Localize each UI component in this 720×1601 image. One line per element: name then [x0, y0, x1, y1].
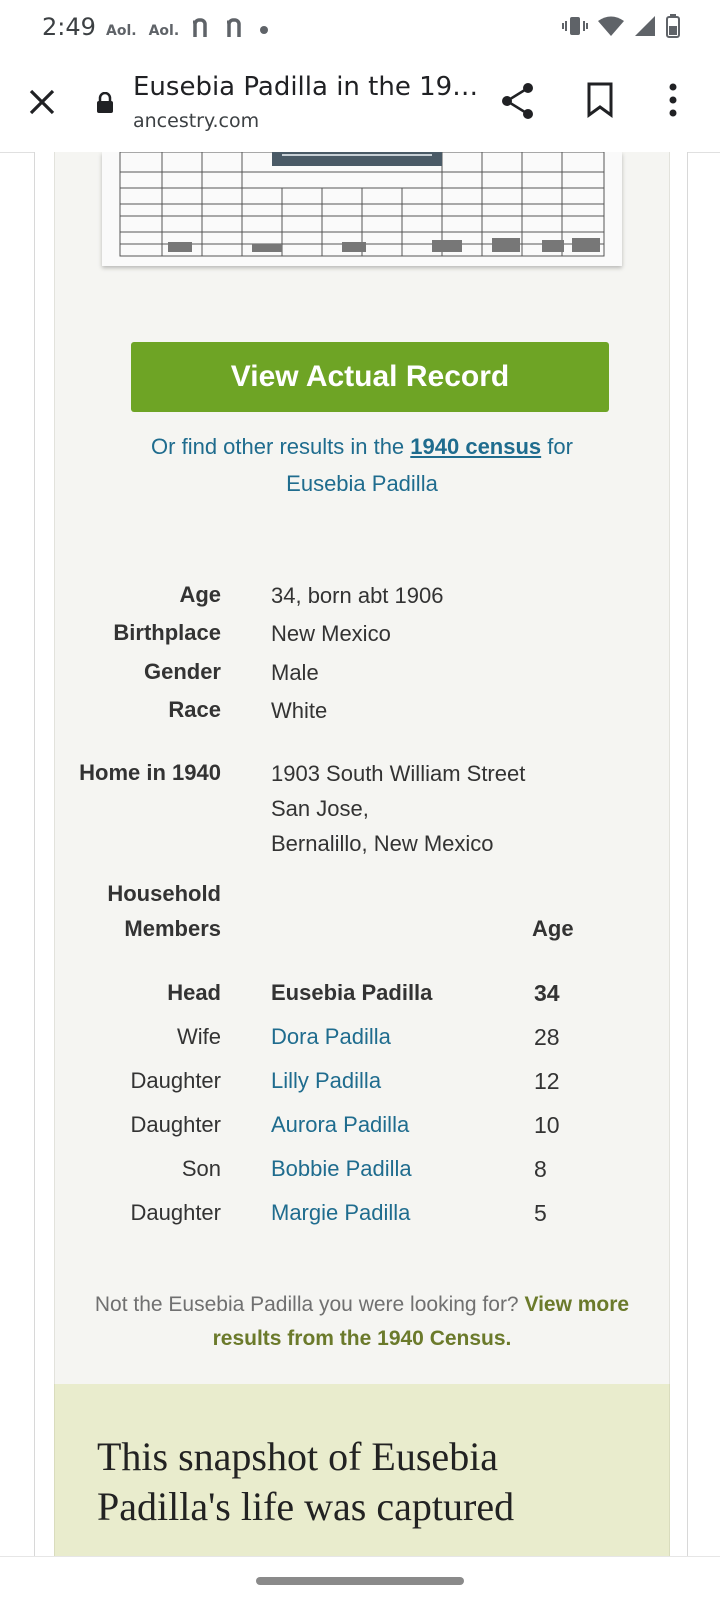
- fact-label: Birthplace: [113, 620, 221, 645]
- page-title[interactable]: Eusebia Padilla in the 19…: [133, 72, 478, 102]
- household-member-row: Wife Dora Padilla 28: [55, 1024, 669, 1064]
- lock-icon[interactable]: [96, 91, 114, 118]
- wifi-icon: [598, 15, 624, 41]
- household-label-line2: Members: [124, 916, 221, 941]
- share-button[interactable]: [500, 82, 536, 124]
- home-line-2: San Jose,: [271, 796, 369, 821]
- view-more-results-link[interactable]: View more: [524, 1293, 629, 1316]
- status-time: 2:49: [42, 13, 96, 41]
- age-column-header: Age: [532, 916, 574, 941]
- member-name-link[interactable]: Aurora Padilla: [271, 1112, 409, 1138]
- page-url[interactable]: ancestry.com: [133, 110, 259, 132]
- record-card: View Actual Record Or find other results…: [54, 152, 670, 1410]
- bookmark-button[interactable]: [586, 82, 614, 122]
- snapshot-heading: This snapshot of Eusebia Padilla's life …: [97, 1434, 515, 1529]
- household-member-row: Daughter Lilly Padilla 12: [55, 1068, 669, 1108]
- member-relation: Daughter: [130, 1200, 221, 1225]
- home-line-1: 1903 South William Street: [271, 761, 526, 786]
- bookmark-icon: [587, 82, 613, 118]
- member-age: 12: [534, 1068, 560, 1094]
- aol-notification-icon: Aol.: [106, 23, 137, 39]
- fact-gender: Gender Male: [55, 659, 669, 697]
- member-relation: Head: [167, 980, 221, 1005]
- view-actual-record-button[interactable]: View Actual Record: [131, 342, 609, 412]
- aol-notification-icon: Aol.: [148, 23, 180, 39]
- system-icons: [562, 14, 680, 42]
- more-vert-icon: [669, 83, 677, 117]
- find-name-link[interactable]: Eusebia Padilla: [286, 471, 438, 496]
- snapshot-section: This snapshot of Eusebia Padilla's life …: [54, 1384, 670, 1556]
- not-found-message: Not the Eusebia Padilla you were looking…: [55, 1288, 669, 1356]
- find-suffix: for: [541, 434, 573, 459]
- share-icon: [502, 83, 533, 119]
- member-relation: Daughter: [130, 1068, 221, 1093]
- battery-icon: [666, 14, 680, 42]
- view-more-results-link[interactable]: results from the 1940 Census.: [213, 1327, 512, 1350]
- n-notification-icon: [225, 17, 247, 45]
- household-member-row: Daughter Aurora Padilla 10: [55, 1112, 669, 1152]
- member-age: 8: [534, 1156, 547, 1182]
- find-prefix: Or find other results in the: [151, 434, 411, 459]
- member-name-link[interactable]: Dora Padilla: [271, 1024, 391, 1050]
- menu-button[interactable]: [668, 82, 678, 122]
- member-relation: Daughter: [130, 1112, 221, 1137]
- signal-icon: [634, 15, 656, 41]
- not-found-prefix: Not the Eusebia Padilla you were looking…: [94, 1293, 525, 1316]
- member-name-link[interactable]: Lilly Padilla: [271, 1068, 381, 1094]
- fact-label: Gender: [143, 659, 221, 684]
- fact-label: Race: [168, 697, 221, 722]
- dot-icon: [259, 23, 269, 39]
- fact-value: 34, born abt 1906: [271, 583, 444, 608]
- member-age: 34: [534, 980, 560, 1006]
- fact-label: Home in 1940: [79, 760, 221, 785]
- household-member-row: Head Eusebia Padilla 34: [55, 980, 669, 1020]
- fact-value: White: [271, 698, 328, 723]
- browser-toolbar: Eusebia Padilla in the 19… ancestry.com: [0, 56, 720, 153]
- n-notification-icon: [191, 17, 213, 45]
- close-icon: [29, 89, 55, 115]
- fact-age: Age 34, born abt 1906: [55, 582, 669, 620]
- household-member-row: Son Bobbie Padilla 8: [55, 1156, 669, 1196]
- census-record-image[interactable]: [102, 152, 622, 266]
- member-age: 28: [534, 1024, 560, 1050]
- fact-race: Race White: [55, 697, 669, 735]
- member-age: 5: [534, 1200, 547, 1226]
- fact-home: Home in 1940 1903 South William Street S…: [55, 760, 669, 870]
- page-content: View Actual Record Or find other results…: [34, 152, 688, 1556]
- household-label-line1: Household: [107, 881, 221, 906]
- status-bar: 2:49 Aol. Aol.: [0, 0, 720, 56]
- close-tab-button[interactable]: [22, 82, 62, 122]
- household-header: Household Members Age: [55, 880, 669, 960]
- member-relation: Son: [181, 1156, 221, 1181]
- fact-value: Male: [271, 660, 319, 685]
- gesture-nav-bar: [0, 1556, 720, 1601]
- fact-label: Age: [179, 582, 221, 607]
- home-line-3: Bernalillo, New Mexico: [271, 831, 494, 856]
- member-name-link[interactable]: Margie Padilla: [271, 1200, 410, 1226]
- member-age: 10: [534, 1112, 560, 1138]
- fact-value: New Mexico: [271, 621, 391, 646]
- member-name-link[interactable]: Bobbie Padilla: [271, 1156, 412, 1182]
- notification-icons: Aol. Aol.: [106, 17, 269, 45]
- fact-birthplace: Birthplace New Mexico: [55, 620, 669, 658]
- vibrate-icon: [562, 15, 588, 41]
- 1940-census-link[interactable]: 1940 census: [410, 434, 541, 459]
- home-gesture-handle[interactable]: [256, 1577, 464, 1585]
- member-relation: Wife: [177, 1024, 221, 1049]
- find-other-results: Or find other results in the 1940 census…: [95, 428, 629, 502]
- member-name: Eusebia Padilla: [271, 980, 433, 1005]
- household-member-row: Daughter Margie Padilla 5: [55, 1200, 669, 1240]
